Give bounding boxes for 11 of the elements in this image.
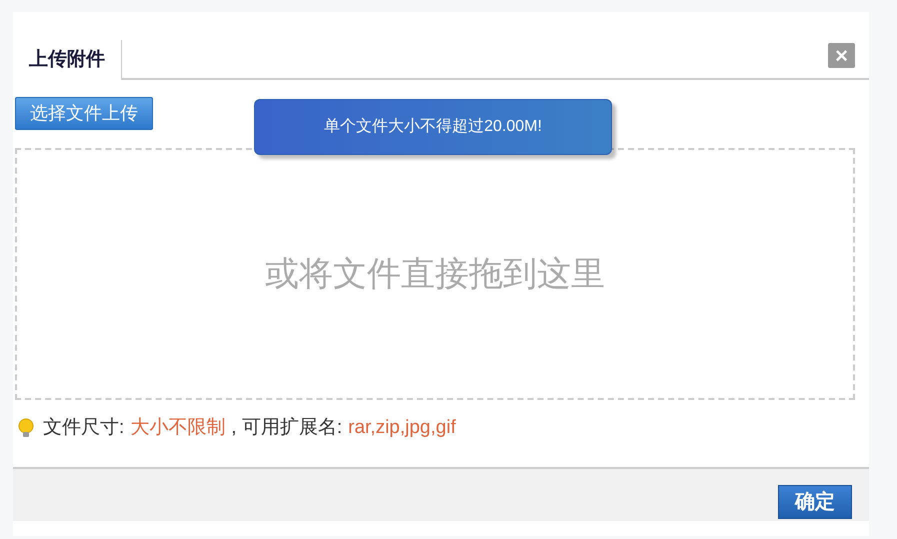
tab[interactable]: 上传附件 — [13, 40, 122, 80]
ok-button[interactable]: 确定 — [778, 485, 852, 519]
close-button[interactable]: × — [828, 43, 855, 68]
select-file-button[interactable]: 选择文件上传 — [15, 97, 153, 130]
limit-label: , 可用扩展名: — [231, 416, 342, 440]
toast-message: 单个文件大小不得超过20.00M! — [254, 99, 612, 155]
limit-value: rar,zip,jpg,gif — [348, 416, 456, 440]
lightbulb-icon — [17, 418, 35, 438]
limit-value: 大小不限制 — [130, 416, 226, 440]
limit-label: 文件尺寸: — [43, 416, 124, 440]
drop-hint: 或将文件直接拖到这里 — [265, 254, 605, 294]
